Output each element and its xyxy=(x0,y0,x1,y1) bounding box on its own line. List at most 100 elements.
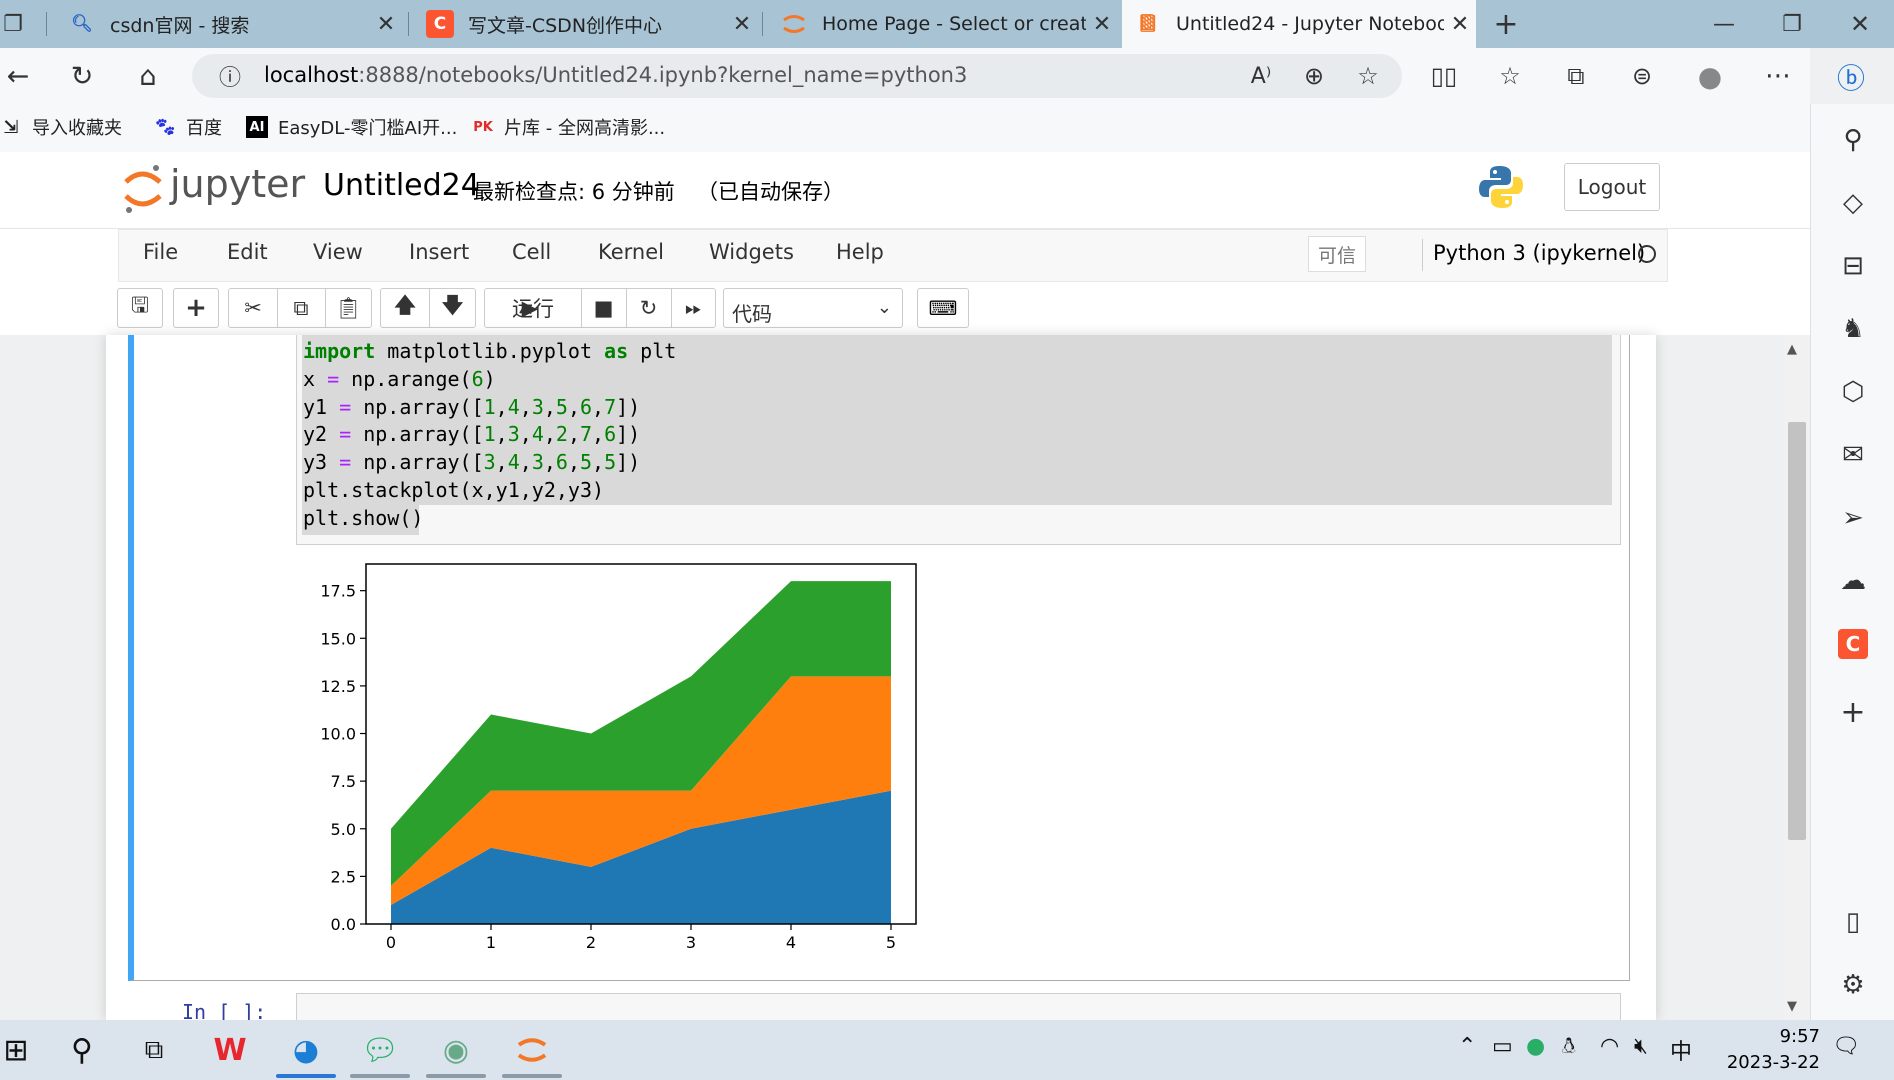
tag-icon[interactable]: ◇ xyxy=(1828,183,1878,223)
close-tab-icon[interactable]: ✕ xyxy=(370,12,402,37)
jupyter-taskbar-icon[interactable] xyxy=(502,1026,562,1074)
clock[interactable]: 9:57 2023-3-22 xyxy=(1700,1024,1820,1076)
code-editor[interactable]: import matplotlib.pyplot as plt x = np.ar… xyxy=(303,338,676,533)
close-window-icon[interactable]: ✕ xyxy=(1842,6,1878,42)
more-options-icon[interactable]: ⋯ xyxy=(1760,58,1796,94)
save-button[interactable]: 🖫︎ xyxy=(117,288,163,328)
wechat-icon[interactable]: 💬︎ xyxy=(350,1026,410,1074)
scrollbar-thumb[interactable] xyxy=(1788,422,1806,840)
x-tick-label: 1 xyxy=(486,933,496,952)
kernel-separator xyxy=(1422,239,1423,271)
read-aloud-icon[interactable]: A⁾ xyxy=(1243,58,1279,94)
qq-tray-icon[interactable]: 🐧︎ xyxy=(1562,1034,1576,1062)
paste-icon[interactable]: 📋︎ xyxy=(325,289,372,327)
start-icon[interactable]: ⊞ xyxy=(0,1026,46,1074)
collections-icon[interactable]: ⧉ xyxy=(1558,58,1594,94)
run-label: 运行 xyxy=(512,297,554,321)
restart-kernel-icon[interactable]: ↻ xyxy=(626,289,671,327)
bookmark-easydl[interactable]: AI EasyDL-零门槛AI开... xyxy=(246,112,457,142)
home-icon[interactable]: ⌂ xyxy=(130,58,166,94)
send-icon[interactable]: ➢ xyxy=(1828,498,1878,538)
volume-muted-icon[interactable]: 🔇︎ xyxy=(1634,1034,1648,1059)
microsoft365-icon[interactable]: ⬡ xyxy=(1828,372,1878,412)
clock-date: 2023-3-22 xyxy=(1726,1052,1820,1073)
notebook-title[interactable]: Untitled24 xyxy=(323,168,480,203)
save-icon: 🖫︎ xyxy=(131,292,149,317)
bookmark-pianku[interactable]: PK 片库 - 全网高清影... xyxy=(472,112,665,142)
favorites-icon[interactable]: ☆ xyxy=(1492,58,1528,94)
csdn-sidebar-icon[interactable]: C xyxy=(1828,624,1878,664)
battery-icon[interactable]: ▭ xyxy=(1492,1034,1513,1059)
toolbox-icon[interactable]: ⊟ xyxy=(1828,246,1878,286)
command-palette-button[interactable]: ⌨ xyxy=(917,288,969,328)
tab-csdn-write[interactable]: C 写文章-CSDN创作中心 ✕ xyxy=(414,0,758,48)
games-icon[interactable]: ♞ xyxy=(1828,309,1878,349)
split-screen-icon[interactable]: ▯▯ xyxy=(1426,58,1462,94)
minimize-icon[interactable]: — xyxy=(1706,6,1742,42)
tab-actions-icon[interactable]: ❐ xyxy=(0,6,26,42)
menu-edit[interactable]: Edit xyxy=(227,240,268,264)
run-button[interactable]: ▶ 运行 xyxy=(485,289,581,327)
sidebar-layout-icon[interactable]: ▯ xyxy=(1828,902,1878,942)
move-up-icon[interactable]: 🡅 xyxy=(381,289,429,327)
cut-icon[interactable]: ✂ xyxy=(229,289,277,327)
wechat-tray-icon[interactable]: ● xyxy=(1526,1034,1545,1059)
add-favorite-icon[interactable]: ☆ xyxy=(1350,58,1386,94)
site-info-icon[interactable]: ⓘ xyxy=(212,58,248,94)
ime-indicator[interactable]: 中 xyxy=(1670,1034,1692,1066)
refresh-icon[interactable]: ↻ xyxy=(64,58,100,94)
app-icon[interactable]: ◉ xyxy=(426,1026,486,1074)
kernel-name[interactable]: Python 3 (ipykernel) xyxy=(1433,241,1645,265)
insert-cell-button[interactable]: + xyxy=(173,288,219,328)
trusted-badge[interactable]: 可信 xyxy=(1308,236,1366,272)
wps-icon[interactable]: W xyxy=(200,1026,260,1074)
task-view-icon[interactable]: ⧉ xyxy=(124,1026,184,1074)
code-line: import matplotlib.pyplot as plt xyxy=(303,339,677,363)
cloud-icon[interactable]: ☁ xyxy=(1828,561,1878,601)
tab-csdn-search[interactable]: 🔍︎ csdn官网 - 搜索 ✕ xyxy=(56,0,402,48)
zoom-icon[interactable]: ⊕ xyxy=(1296,58,1332,94)
move-down-icon[interactable]: 🡇 xyxy=(429,289,476,327)
tray-overflow-icon[interactable]: ⌃ xyxy=(1458,1034,1476,1059)
close-tab-icon[interactable]: ✕ xyxy=(1444,12,1476,37)
menu-file[interactable]: File xyxy=(143,240,178,264)
tab-jupyter-home[interactable]: Home Page - Select or create a n ✕ xyxy=(768,0,1118,48)
restart-run-all-icon[interactable]: ⏩︎ xyxy=(671,289,716,327)
close-tab-icon[interactable]: ✕ xyxy=(726,12,758,37)
back-icon[interactable]: ← xyxy=(0,58,36,94)
edge-icon[interactable]: ◕ xyxy=(276,1026,336,1074)
bookmark-import[interactable]: ⇲ 导入收藏夹 xyxy=(0,112,122,142)
new-tab-icon[interactable]: + xyxy=(1488,6,1524,42)
menu-cell[interactable]: Cell xyxy=(512,240,551,264)
scroll-up-icon[interactable]: ▲ xyxy=(1787,342,1797,357)
cell-type-select[interactable]: 代码 ⌄ xyxy=(723,288,903,328)
add-sidebar-icon[interactable]: + xyxy=(1828,692,1878,732)
cell-type-value: 代码 xyxy=(732,302,772,326)
logout-button[interactable]: Logout xyxy=(1564,163,1660,211)
wifi-icon[interactable]: ◠ xyxy=(1600,1034,1619,1059)
interrupt-kernel-icon[interactable]: ■ xyxy=(581,289,626,327)
notifications-icon[interactable]: 🗨︎ xyxy=(1832,1034,1860,1059)
menu-view[interactable]: View xyxy=(313,240,363,264)
scroll-down-icon[interactable]: ▼ xyxy=(1787,999,1797,1014)
menu-help[interactable]: Help xyxy=(836,240,884,264)
bing-copilot-icon[interactable]: ⓑ xyxy=(1826,52,1876,102)
menu-widgets[interactable]: Widgets xyxy=(709,240,794,264)
outlook-icon[interactable]: ✉ xyxy=(1828,435,1878,475)
copy-icon[interactable]: ⧉ xyxy=(277,289,325,327)
close-tab-icon[interactable]: ✕ xyxy=(1086,12,1118,37)
bookmark-baidu[interactable]: 🐾︎ 百度 xyxy=(154,112,222,142)
menu-kernel[interactable]: Kernel xyxy=(598,240,664,264)
settings-gear-icon[interactable]: ⚙ xyxy=(1828,965,1878,1005)
tab-untitled24[interactable]: 📙︎ Untitled24 - Jupyter Notebook ✕ xyxy=(1122,0,1476,48)
profile-avatar-icon[interactable]: ● xyxy=(1692,58,1728,94)
taskbar-search-icon[interactable]: ⚲ xyxy=(52,1026,112,1074)
browser-essentials-icon[interactable]: ⊜ xyxy=(1624,58,1660,94)
run-button-group: ▶ 运行 ■ ↻ ⏩︎ xyxy=(484,288,716,328)
menu-insert[interactable]: Insert xyxy=(409,240,469,264)
restore-icon[interactable]: ❐ xyxy=(1774,6,1810,42)
search-icon[interactable]: ⚲ xyxy=(1828,120,1878,160)
y-tick-label: 10.0 xyxy=(320,725,356,744)
next-code-cell[interactable] xyxy=(296,993,1621,1023)
url-text: localhost:8888/notebooks/Untitled24.ipyn… xyxy=(264,63,968,87)
